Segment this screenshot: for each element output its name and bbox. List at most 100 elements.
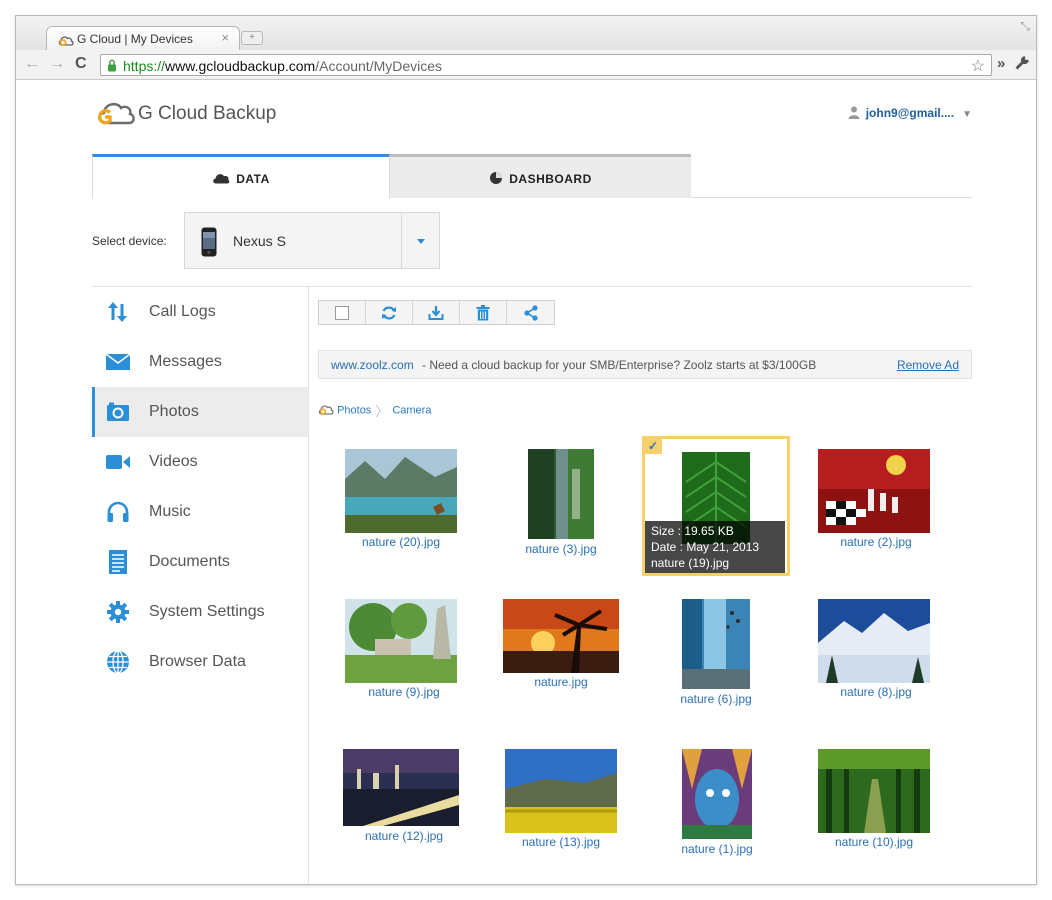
envelope-icon (105, 350, 131, 374)
photo-item[interactable]: nature (20).jpg (318, 436, 478, 556)
tab-close-icon[interactable]: × (221, 30, 229, 45)
breadcrumb-separator-icon: 〉 (375, 404, 389, 419)
sidebar-item-label: Documents (149, 553, 230, 570)
photo-item[interactable]: nature (3).jpg (476, 436, 636, 556)
photo-thumbnail (345, 599, 457, 683)
photo-thumbnail (345, 449, 457, 533)
photo-thumbnail (818, 599, 930, 683)
photo-item[interactable]: nature (9).jpg (318, 586, 478, 706)
wrench-icon[interactable] (1014, 55, 1030, 75)
photo-name: nature (19).jpg (651, 556, 730, 570)
dropdown-caret-icon[interactable] (401, 213, 439, 268)
document-icon (106, 550, 130, 574)
sidebar-item-label: Music (149, 503, 191, 520)
extensions-chevron-icon[interactable]: » (997, 55, 1005, 72)
photo-item[interactable]: nature (8).jpg (796, 586, 956, 706)
bookmark-star-icon[interactable]: ☆ (971, 56, 985, 76)
sidebar-item-messages[interactable]: Messages (92, 337, 308, 387)
photo-name: nature (2).jpg (840, 535, 912, 549)
new-tab-button[interactable]: + (241, 31, 263, 45)
device-select[interactable]: Nexus S (184, 212, 440, 269)
camera-icon (106, 400, 130, 424)
sidebar-item-browser-data[interactable]: Browser Data (92, 637, 308, 687)
ad-link[interactable]: www.zoolz.com (331, 358, 414, 372)
photo-thumbnail (682, 599, 750, 689)
globe-icon (106, 650, 130, 674)
forward-icon[interactable]: → (49, 56, 65, 72)
gcloud-favicon-icon (58, 33, 74, 51)
photo-item[interactable]: nature (6).jpg (642, 586, 802, 706)
share-icon[interactable] (507, 301, 554, 324)
phone-icon (201, 227, 217, 262)
address-bar[interactable]: https://www.gcloudbackup.com/Account/MyD… (100, 54, 992, 76)
sidebar-item-music[interactable]: Music (92, 487, 308, 537)
sidebar-item-label: Browser Data (149, 653, 246, 670)
sidebar-item-videos[interactable]: Videos (92, 437, 308, 487)
photo-item[interactable]: nature (13).jpg (476, 736, 636, 856)
photo-item[interactable]: nature (1).jpg (642, 736, 802, 856)
tab-data[interactable]: DATA (92, 154, 390, 199)
user-menu[interactable]: john9@gmail.... ▼ (848, 106, 972, 122)
tab-dashboard[interactable]: DASHBOARD (390, 154, 691, 198)
tab-strip: G Cloud | My Devices × + ⤡ (16, 16, 1036, 50)
device-select-label: Select device: (92, 234, 167, 248)
video-camera-icon (106, 450, 130, 474)
checkmark-icon[interactable]: ✓ (644, 438, 662, 454)
url-text: https://www.gcloudbackup.com/Account/MyD… (123, 58, 443, 74)
remove-ad-link[interactable]: Remove Ad (897, 358, 959, 372)
select-all-checkbox[interactable] (319, 301, 366, 324)
page-content: G Cloud Backup john9@gmail.... ▼ DATA DAS… (16, 81, 1036, 884)
cloud-icon (213, 174, 230, 184)
photo-name: nature (20).jpg (361, 535, 441, 549)
photo-item[interactable]: nature (2).jpg (796, 436, 956, 556)
ad-banner: www.zoolz.com - Need a cloud backup for … (318, 350, 972, 379)
sidebar-item-documents[interactable]: Documents (92, 537, 308, 587)
sidebar-item-call-logs[interactable]: Call Logs (92, 287, 308, 337)
chevron-down-icon: ▼ (962, 109, 972, 121)
photo-thumbnail (505, 749, 617, 833)
sidebar-item-system-settings[interactable]: System Settings (92, 587, 308, 637)
browser-window: G Cloud | My Devices × + ⤡ ← → C https:/… (15, 15, 1037, 885)
photo-item[interactable]: nature (10).jpg (796, 736, 956, 856)
refresh-icon[interactable] (366, 301, 413, 324)
sidebar-item-label: Messages (149, 353, 222, 370)
photo-name: nature (12).jpg (364, 829, 444, 843)
tab-dashboard-label: DASHBOARD (509, 172, 592, 186)
sidebar-divider (308, 287, 309, 884)
cloud-icon (318, 405, 337, 418)
photo-thumbnail (682, 749, 752, 839)
back-icon[interactable]: ← (24, 56, 40, 72)
sidebar-item-label: Videos (149, 453, 198, 470)
photo-item[interactable]: nature.jpg (476, 586, 636, 706)
photo-thumbnail (528, 449, 594, 539)
gear-icon (106, 600, 130, 624)
sidebar-item-label: Call Logs (149, 303, 216, 320)
photo-grid: nature (20).jpg nature (3).jpg ✓ Size : … (318, 436, 972, 884)
tab-data-label: DATA (236, 172, 270, 186)
photo-name: nature (10).jpg (834, 835, 914, 849)
photo-date: Date : May 21, 2013 (651, 540, 760, 554)
photo-name: nature (3).jpg (525, 542, 597, 556)
breadcrumb-photos[interactable]: Photos (337, 405, 371, 417)
download-icon[interactable] (413, 301, 460, 324)
arrows-updown-icon (106, 300, 130, 324)
browser-tab[interactable]: G Cloud | My Devices × (46, 26, 240, 50)
breadcrumb: Photos 〉 Camera (318, 401, 431, 420)
sidebar-item-label: Photos (149, 403, 199, 420)
photo-item-selected[interactable]: ✓ Size : 19.65 KB Date : May 21, 2013 na… (642, 436, 792, 578)
tab-title: G Cloud | My Devices (77, 32, 193, 46)
app-name: G Cloud Backup (138, 103, 277, 124)
restore-window-icon[interactable]: ⤡ (1020, 19, 1030, 34)
main-tabs: DATA DASHBOARD (92, 154, 972, 199)
breadcrumb-camera[interactable]: Camera (392, 405, 431, 417)
photo-name: nature (13).jpg (521, 835, 601, 849)
gcloud-logo-icon[interactable] (92, 99, 136, 130)
browser-toolbar: ← → C https://www.gcloudbackup.com/Accou… (16, 50, 1036, 80)
user-email: john9@gmail.... (865, 106, 955, 121)
pie-chart-icon (490, 172, 503, 185)
photo-name: nature (6).jpg (680, 692, 752, 706)
photo-item[interactable]: nature (12).jpg (318, 736, 478, 856)
sidebar-item-photos[interactable]: Photos (92, 387, 308, 437)
trash-icon[interactable] (460, 301, 507, 324)
reload-icon[interactable]: C (75, 56, 87, 72)
